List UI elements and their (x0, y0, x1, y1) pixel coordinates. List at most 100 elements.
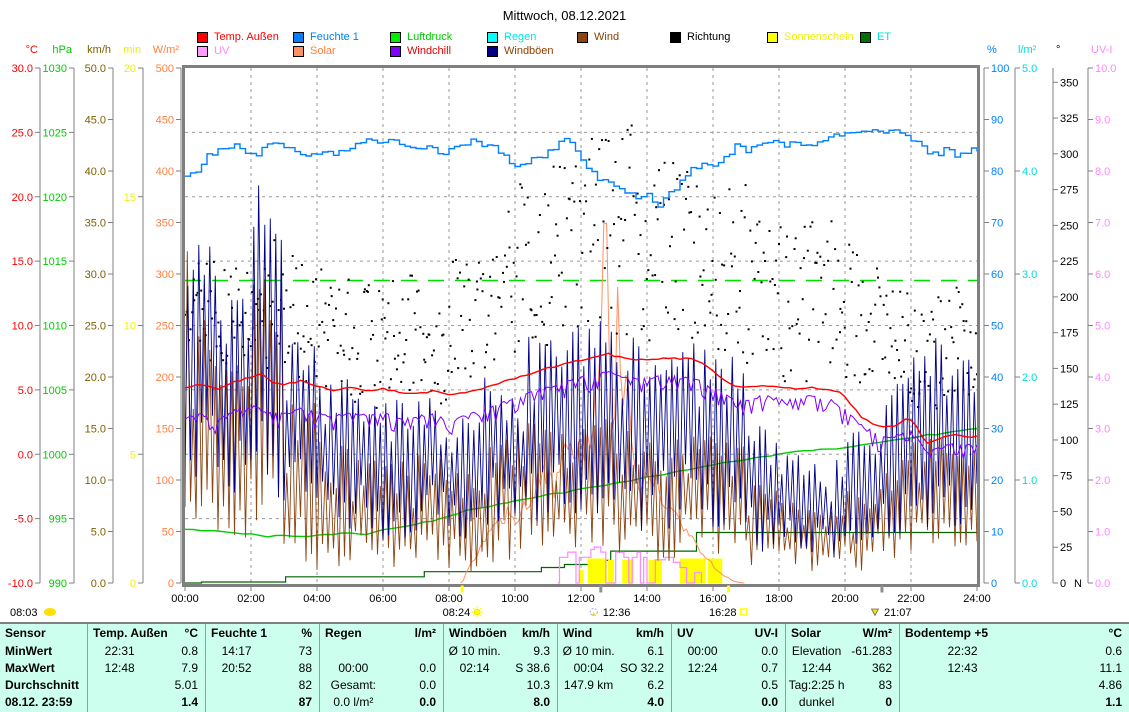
svg-text:35.0: 35.0 (85, 218, 106, 230)
cell-time (446, 694, 503, 711)
svg-text:90: 90 (991, 115, 1003, 127)
axis-lm2: l/m²5.04.03.02.01.00.0 (1015, 44, 1037, 590)
svg-text:250: 250 (156, 321, 174, 333)
svg-text:12:36: 12:36 (603, 607, 631, 619)
cell-value: 8.0 (503, 694, 550, 711)
sun-marker-08-03: 08:03 (10, 607, 56, 619)
table-column-temp-au-en: Temp. Außen°C22:310.812:487.95.011.4 (88, 624, 206, 712)
table-header-unit: l/m² (415, 626, 436, 643)
svg-text:1015: 1015 (43, 256, 67, 268)
svg-text:5.0: 5.0 (91, 527, 106, 539)
svg-text:08:00: 08:00 (435, 593, 463, 605)
table-cell-row: 5.01 (88, 677, 205, 694)
svg-text:20:00: 20:00 (831, 593, 859, 605)
table-cell-row: 22:310.8 (88, 643, 205, 660)
svg-text:km/h: km/h (87, 44, 111, 56)
table-column-bodentemp-5: Bodentemp +5°C22:320.612:4311.14.861.1 (900, 624, 1129, 712)
svg-text:hPa: hPa (52, 44, 72, 56)
svg-text:1005: 1005 (43, 385, 67, 397)
svg-text:5: 5 (130, 449, 136, 461)
table-cell-row: dunkel0 (786, 694, 899, 711)
svg-text:500: 500 (156, 63, 174, 75)
cell-time: 147.9 km (560, 677, 617, 694)
svg-text:100: 100 (1060, 435, 1078, 447)
svg-text:30.0: 30.0 (12, 63, 33, 75)
table-cell-row: Tag:2:25 h83 (786, 677, 899, 694)
svg-text:25.0: 25.0 (12, 127, 33, 139)
table-cell-row: 4.86 (900, 677, 1129, 694)
svg-text:5.0: 5.0 (18, 385, 33, 397)
svg-text:100: 100 (991, 63, 1009, 75)
svg-text:30.0: 30.0 (85, 269, 106, 281)
cell-time (322, 643, 385, 660)
svg-text:10: 10 (124, 321, 136, 333)
table-header-name: Solar (791, 626, 863, 643)
svg-text:21:07: 21:07 (884, 607, 912, 619)
cell-time (446, 677, 503, 694)
table-cell-row: Elevation-61.283 (786, 643, 899, 660)
cell-value: 73 (265, 643, 312, 660)
svg-text:450: 450 (156, 115, 174, 127)
axis-min: min20151050 (123, 44, 143, 590)
svg-text:2.0: 2.0 (1022, 372, 1037, 384)
svg-text:10.0: 10.0 (85, 475, 106, 487)
cell-time (90, 677, 149, 694)
svg-text:10.0: 10.0 (1095, 63, 1116, 75)
svg-text:0.0: 0.0 (1022, 578, 1037, 590)
svg-text:200: 200 (1060, 292, 1078, 304)
cell-time (208, 677, 265, 694)
svg-text:0: 0 (1060, 578, 1066, 590)
cell-time (560, 694, 617, 711)
table-cell-row: 00:000.0 (320, 660, 443, 677)
table-cell-row: 22:320.6 (900, 643, 1129, 660)
svg-text:16:28: 16:28 (709, 607, 737, 619)
table-column-regen: Regenl/m²00:000.0Gesamt:0.00.0 l/m²0.0 (320, 624, 444, 712)
svg-text:175: 175 (1060, 328, 1078, 340)
table-header-name: Feuchte 1 (211, 626, 301, 643)
cell-time: 12:43 (902, 660, 1023, 677)
svg-text:24:00: 24:00 (963, 593, 991, 605)
svg-text:7.0: 7.0 (1095, 218, 1110, 230)
table-cell-row: 1.1 (900, 694, 1129, 711)
svg-text:20.0: 20.0 (85, 372, 106, 384)
svg-text:20: 20 (124, 63, 136, 75)
svg-text:25: 25 (1060, 542, 1072, 554)
cell-value: 1.1 (1023, 694, 1122, 711)
cell-value: 4.86 (1023, 677, 1122, 694)
table-cell-row: 12:240.7 (672, 660, 785, 677)
svg-text:2.0: 2.0 (1095, 475, 1110, 487)
svg-text:50: 50 (1060, 506, 1072, 518)
table-column-sensor: SensorMinWertMaxWertDurchschnitt08.12. 2… (0, 624, 88, 712)
svg-text:15.0: 15.0 (12, 256, 33, 268)
svg-text:min: min (123, 44, 141, 56)
table-header-unit: km/h (522, 626, 550, 643)
table-column-feuchte-1: Feuchte 1%14:177320:52888287 (206, 624, 320, 712)
table-cell-row: 12:487.9 (88, 660, 205, 677)
cell-value: 0.7 (731, 660, 778, 677)
svg-text:8.0: 8.0 (1095, 166, 1110, 178)
svg-text:990: 990 (49, 578, 67, 590)
cell-value: 82 (265, 677, 312, 694)
svg-text:40: 40 (991, 372, 1003, 384)
svg-text:0.0: 0.0 (91, 578, 106, 590)
svg-text:00:00: 00:00 (171, 593, 199, 605)
svg-text:100: 100 (156, 475, 174, 487)
table-cell-row: 8.0 (444, 694, 557, 711)
cell-time (902, 677, 1023, 694)
svg-text:1030: 1030 (43, 63, 67, 75)
cell-value: 4.0 (617, 694, 664, 711)
svg-text:995: 995 (49, 514, 67, 526)
axis-deg: °350325300275250225200175150125100755025… (1053, 44, 1082, 590)
svg-text:25.0: 25.0 (85, 321, 106, 333)
table-cell-row: 02:14S 38.6 (444, 660, 557, 677)
svg-text:75: 75 (1060, 471, 1072, 483)
svg-text:12:00: 12:00 (567, 593, 595, 605)
svg-text:80: 80 (991, 166, 1003, 178)
svg-text:300: 300 (156, 269, 174, 281)
cell-time: 00:00 (674, 643, 731, 660)
table-cell-row: Ø 10 min.9.3 (444, 643, 557, 660)
cell-time: Ø 10 min. (560, 643, 617, 660)
svg-text:15: 15 (124, 192, 136, 204)
svg-text:50: 50 (991, 321, 1003, 333)
table-cell-row: 12:4311.1 (900, 660, 1129, 677)
